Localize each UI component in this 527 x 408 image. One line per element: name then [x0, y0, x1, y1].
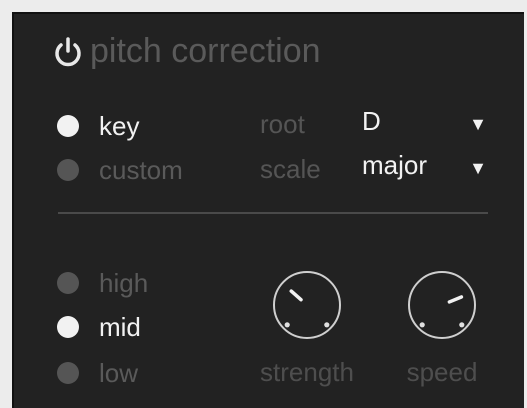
knob-range-dot — [324, 322, 330, 328]
scale-label: scale — [260, 154, 321, 184]
mode-option-label: key — [99, 111, 140, 141]
root-label: root — [260, 109, 305, 139]
scale-value: major — [362, 150, 428, 180]
radio-high-indicator — [57, 272, 79, 294]
pitch-correction-panel — [12, 12, 524, 408]
caret-down-icon: ▼ — [469, 158, 487, 178]
scale-select[interactable]: major ▼ — [362, 152, 487, 178]
range-option-label: low — [99, 358, 139, 388]
caret-down-icon: ▼ — [469, 114, 487, 134]
strength-knob[interactable] — [270, 268, 344, 342]
mode-option-key[interactable]: key — [57, 113, 139, 139]
radio-mid-indicator — [57, 316, 79, 338]
knob-range-dot — [284, 322, 290, 328]
radio-key-indicator — [57, 115, 79, 137]
root-select[interactable]: D ▼ — [362, 108, 487, 134]
range-option-label: high — [99, 268, 149, 298]
mode-option-custom[interactable]: custom — [57, 157, 183, 183]
panel-title: pitch correction — [90, 32, 321, 70]
range-option-low[interactable]: low — [57, 360, 138, 386]
range-option-mid[interactable]: mid — [57, 314, 141, 340]
speed-knob[interactable] — [405, 268, 479, 342]
mode-option-label: custom — [99, 155, 183, 185]
knob-pointer — [289, 289, 303, 302]
knob-range-dot — [419, 322, 425, 328]
root-value: D — [362, 106, 381, 136]
knob-ring — [273, 271, 341, 339]
knob-ring — [408, 271, 476, 339]
power-icon[interactable] — [52, 36, 84, 68]
radio-custom-indicator — [57, 159, 79, 181]
section-divider — [58, 212, 488, 214]
strength-label: strength — [260, 357, 354, 387]
speed-label: speed — [406, 357, 478, 387]
knob-pointer — [447, 295, 464, 304]
radio-low-indicator — [57, 362, 79, 384]
knob-range-dot — [459, 322, 465, 328]
range-option-high[interactable]: high — [57, 270, 148, 296]
range-option-label: mid — [99, 312, 141, 342]
